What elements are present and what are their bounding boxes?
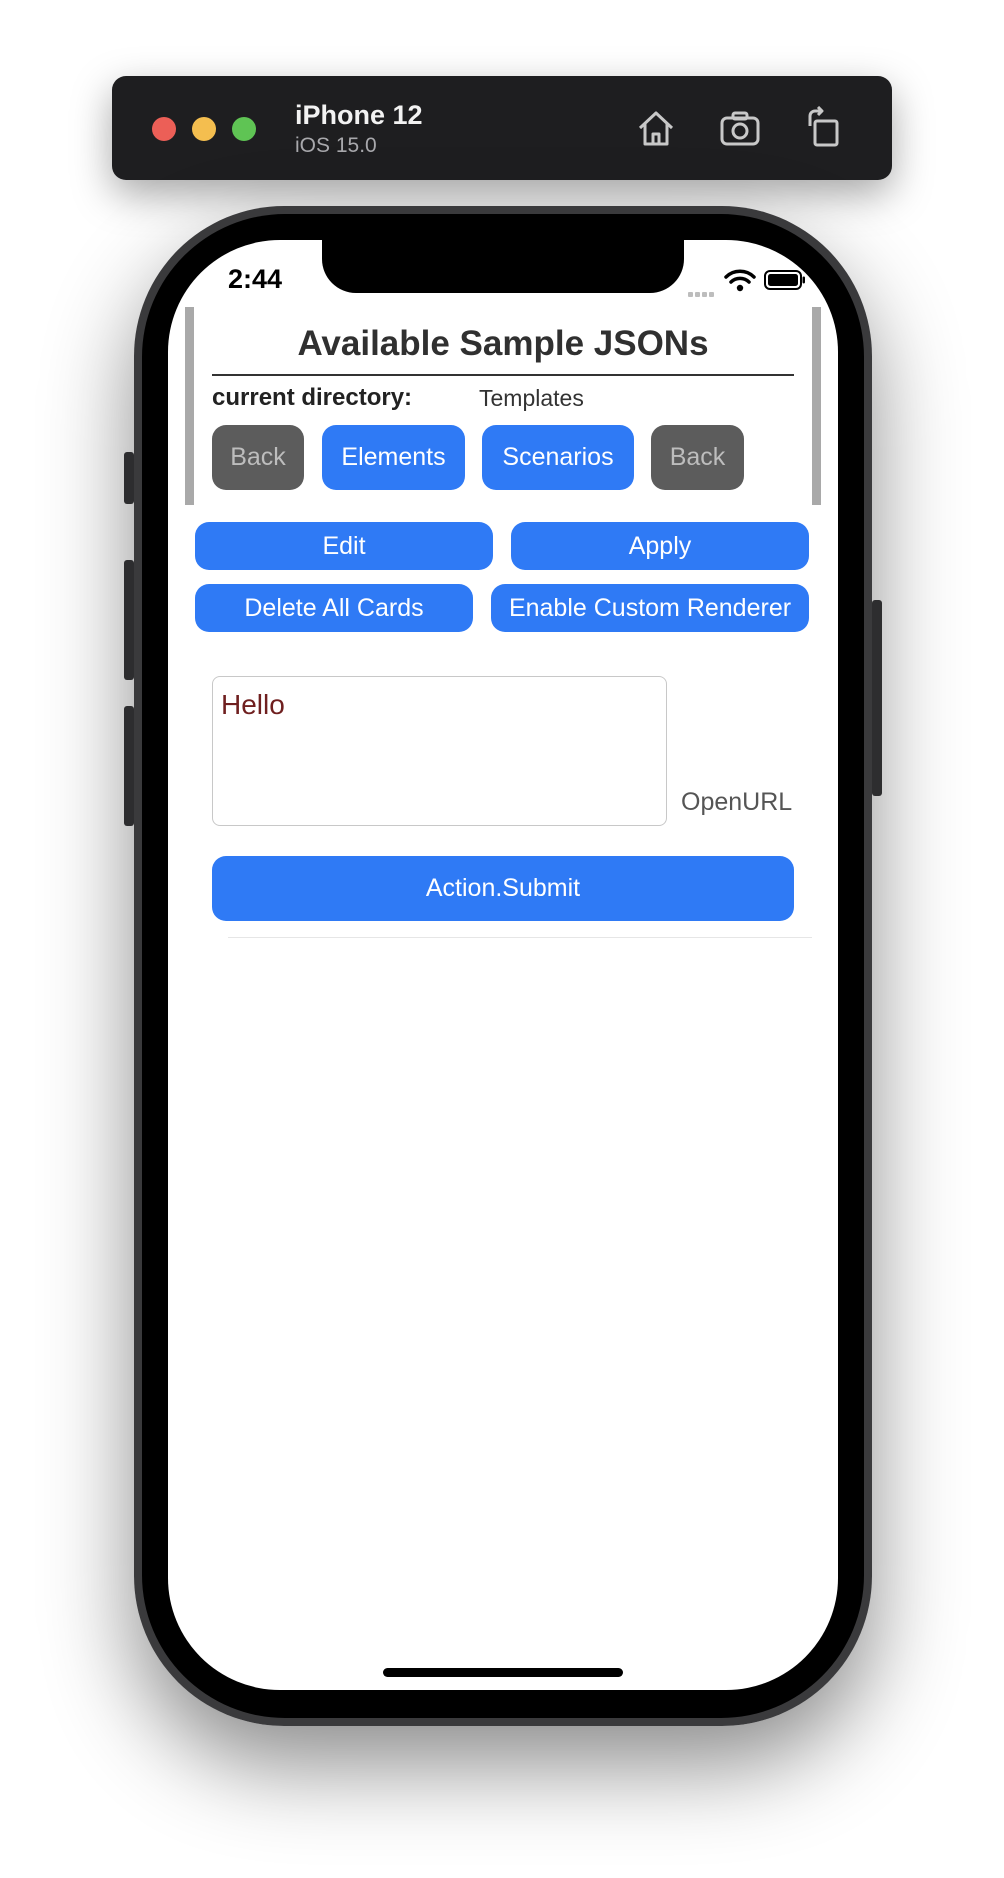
notch <box>322 240 684 293</box>
close-window-button[interactable] <box>152 117 176 141</box>
screenshot-icon[interactable] <box>718 106 762 150</box>
rotate-icon[interactable] <box>802 105 846 150</box>
text-input[interactable]: Hello <box>212 676 667 826</box>
delete-all-cards-button[interactable]: Delete All Cards <box>195 584 473 632</box>
action-submit-button[interactable]: Action.Submit <box>212 856 794 921</box>
edit-button[interactable]: Edit <box>195 522 493 570</box>
zoom-window-button[interactable] <box>232 117 256 141</box>
title-divider <box>212 374 794 376</box>
volume-down-button <box>124 706 134 826</box>
current-directory-label: current directory: <box>212 384 413 411</box>
mute-switch <box>124 452 134 504</box>
home-indicator[interactable] <box>383 1668 623 1677</box>
volume-up-button <box>124 560 134 680</box>
power-button <box>872 600 882 796</box>
device-name: iPhone 12 <box>295 100 423 130</box>
simulator-toolbar: iPhone 12 iOS 15.0 <box>112 76 892 180</box>
elements-button[interactable]: Elements <box>322 425 465 490</box>
phone-screen: 2:44 Available Sample JSONs current dire… <box>168 240 838 1690</box>
scenarios-button[interactable]: Scenarios <box>482 425 634 490</box>
battery-icon <box>764 270 805 290</box>
apply-button[interactable]: Apply <box>511 522 809 570</box>
current-directory-value: Templates <box>479 385 584 411</box>
cellular-icon <box>688 284 718 297</box>
card-separator <box>228 937 812 938</box>
back-button-right[interactable]: Back <box>651 425 744 490</box>
page-title: Available Sample JSONs <box>297 324 709 363</box>
status-time: 2:44 <box>228 264 283 294</box>
open-url-link[interactable]: OpenURL <box>681 788 792 817</box>
home-icon[interactable] <box>634 106 678 150</box>
back-button-left[interactable]: Back <box>212 425 304 490</box>
minimize-window-button[interactable] <box>192 117 216 141</box>
os-version: iOS 15.0 <box>295 134 377 157</box>
enable-custom-renderer-button[interactable]: Enable Custom Renderer <box>491 584 809 632</box>
wifi-icon <box>724 269 756 292</box>
